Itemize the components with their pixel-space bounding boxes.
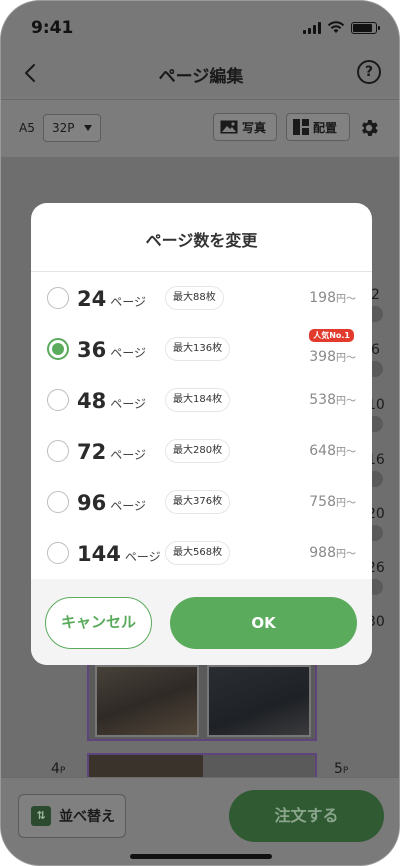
- bottom-bar: ⇅ 並べ替え 注文する: [1, 777, 399, 865]
- max-photos-badge: 最大136枚: [165, 337, 231, 361]
- signal-icon: [303, 21, 321, 34]
- cancel-button[interactable]: キャンセル: [45, 597, 152, 649]
- status-icons: [303, 21, 380, 34]
- page-label-left: 4P: [51, 761, 66, 777]
- battery-icon: [351, 21, 380, 34]
- ok-button[interactable]: OK: [170, 597, 357, 649]
- radio-button[interactable]: [47, 542, 69, 564]
- page-count-label: 72 ページ: [77, 440, 146, 464]
- order-button[interactable]: 注文する: [229, 790, 384, 842]
- price-label: 988円〜: [309, 545, 356, 561]
- page-count-label: 24 ページ: [77, 287, 146, 311]
- page-count-value: 32P: [52, 121, 75, 135]
- page-count-label: 48 ページ: [77, 389, 146, 413]
- layout-icon: [293, 119, 309, 135]
- layout-button-label: 配置: [313, 120, 338, 135]
- photo-button-label: 写真: [242, 120, 267, 135]
- settings-gear-icon[interactable]: [358, 117, 380, 139]
- sort-button-label: 並べ替え: [59, 809, 115, 825]
- page-count-options: 24 ページ 最大88枚 198円〜 36 ページ 最大136枚 人気No.1 39…: [31, 272, 372, 578]
- max-photos-badge: 最大184枚: [165, 388, 231, 412]
- popular-badge: 人気No.1: [309, 329, 354, 342]
- sort-button[interactable]: ⇅ 並べ替え: [18, 794, 126, 838]
- max-photos-badge: 最大568枚: [165, 541, 231, 565]
- layout-button[interactable]: 配置: [286, 113, 350, 141]
- page-count-label: 36 ページ: [77, 338, 146, 362]
- side-page-label: 2: [371, 287, 380, 303]
- page-count-modal: ページ数を変更 24 ページ 最大88枚 198円〜 36 ページ 最大136枚 人…: [31, 203, 372, 665]
- radio-button[interactable]: [47, 491, 69, 513]
- home-indicator: [130, 854, 272, 859]
- radio-button-selected[interactable]: [47, 338, 69, 360]
- price-label: 648円〜: [309, 443, 356, 459]
- nav-bar: ページ編集 ?: [1, 51, 399, 97]
- sort-arrows-icon: ⇅: [31, 806, 51, 826]
- max-photos-badge: 最大88枚: [165, 286, 224, 310]
- max-photos-badge: 最大376枚: [165, 490, 231, 514]
- caret-down-icon: [84, 125, 92, 131]
- page-option-36[interactable]: 36 ページ 最大136枚 人気No.1 398円〜: [31, 323, 372, 374]
- phone-frame: 9:41 ページ編集 ? A5 32P 写真 配置 2 6 10 16 20 2…: [0, 0, 400, 866]
- radio-button[interactable]: [47, 389, 69, 411]
- page-option-72[interactable]: 72 ページ 最大280枚 648円〜: [31, 425, 372, 476]
- photo-thumbnail[interactable]: [95, 665, 199, 737]
- page-count-label: 96 ページ: [77, 491, 146, 515]
- page-spread[interactable]: [87, 659, 317, 741]
- page-label-right: 5P: [334, 761, 349, 777]
- photo-button[interactable]: 写真: [213, 113, 277, 141]
- modal-title: ページ数を変更: [145, 231, 258, 250]
- page-count-select[interactable]: 32P: [43, 114, 101, 142]
- price-label: 758円〜: [309, 494, 356, 510]
- price-label: 398円〜: [309, 349, 356, 365]
- status-time: 9:41: [31, 18, 74, 38]
- page-option-24[interactable]: 24 ページ 最大88枚 198円〜: [31, 272, 372, 323]
- radio-button[interactable]: [47, 287, 69, 309]
- price-label: 538円〜: [309, 392, 356, 408]
- radio-button[interactable]: [47, 440, 69, 462]
- status-bar: 9:41: [1, 1, 399, 51]
- page-option-96[interactable]: 96 ページ 最大376枚 758円〜: [31, 476, 372, 527]
- help-icon[interactable]: ?: [357, 60, 381, 84]
- photo-icon: [220, 120, 238, 134]
- page-title: ページ編集: [158, 67, 244, 87]
- side-page-label: 6: [371, 342, 380, 358]
- price-label: 198円〜: [309, 290, 356, 306]
- editor-toolbar: A5 32P 写真 配置: [1, 99, 399, 157]
- photo-thumbnail[interactable]: [207, 665, 311, 737]
- modal-footer: キャンセル OK: [31, 579, 372, 665]
- wifi-icon: [327, 21, 345, 33]
- page-option-144[interactable]: 144 ページ 最大568枚 988円〜: [31, 527, 372, 578]
- page-option-48[interactable]: 48 ページ 最大184枚 538円〜: [31, 374, 372, 425]
- max-photos-badge: 最大280枚: [165, 439, 231, 463]
- book-size-label: A5: [19, 121, 35, 135]
- page-count-label: 144 ページ: [77, 542, 161, 566]
